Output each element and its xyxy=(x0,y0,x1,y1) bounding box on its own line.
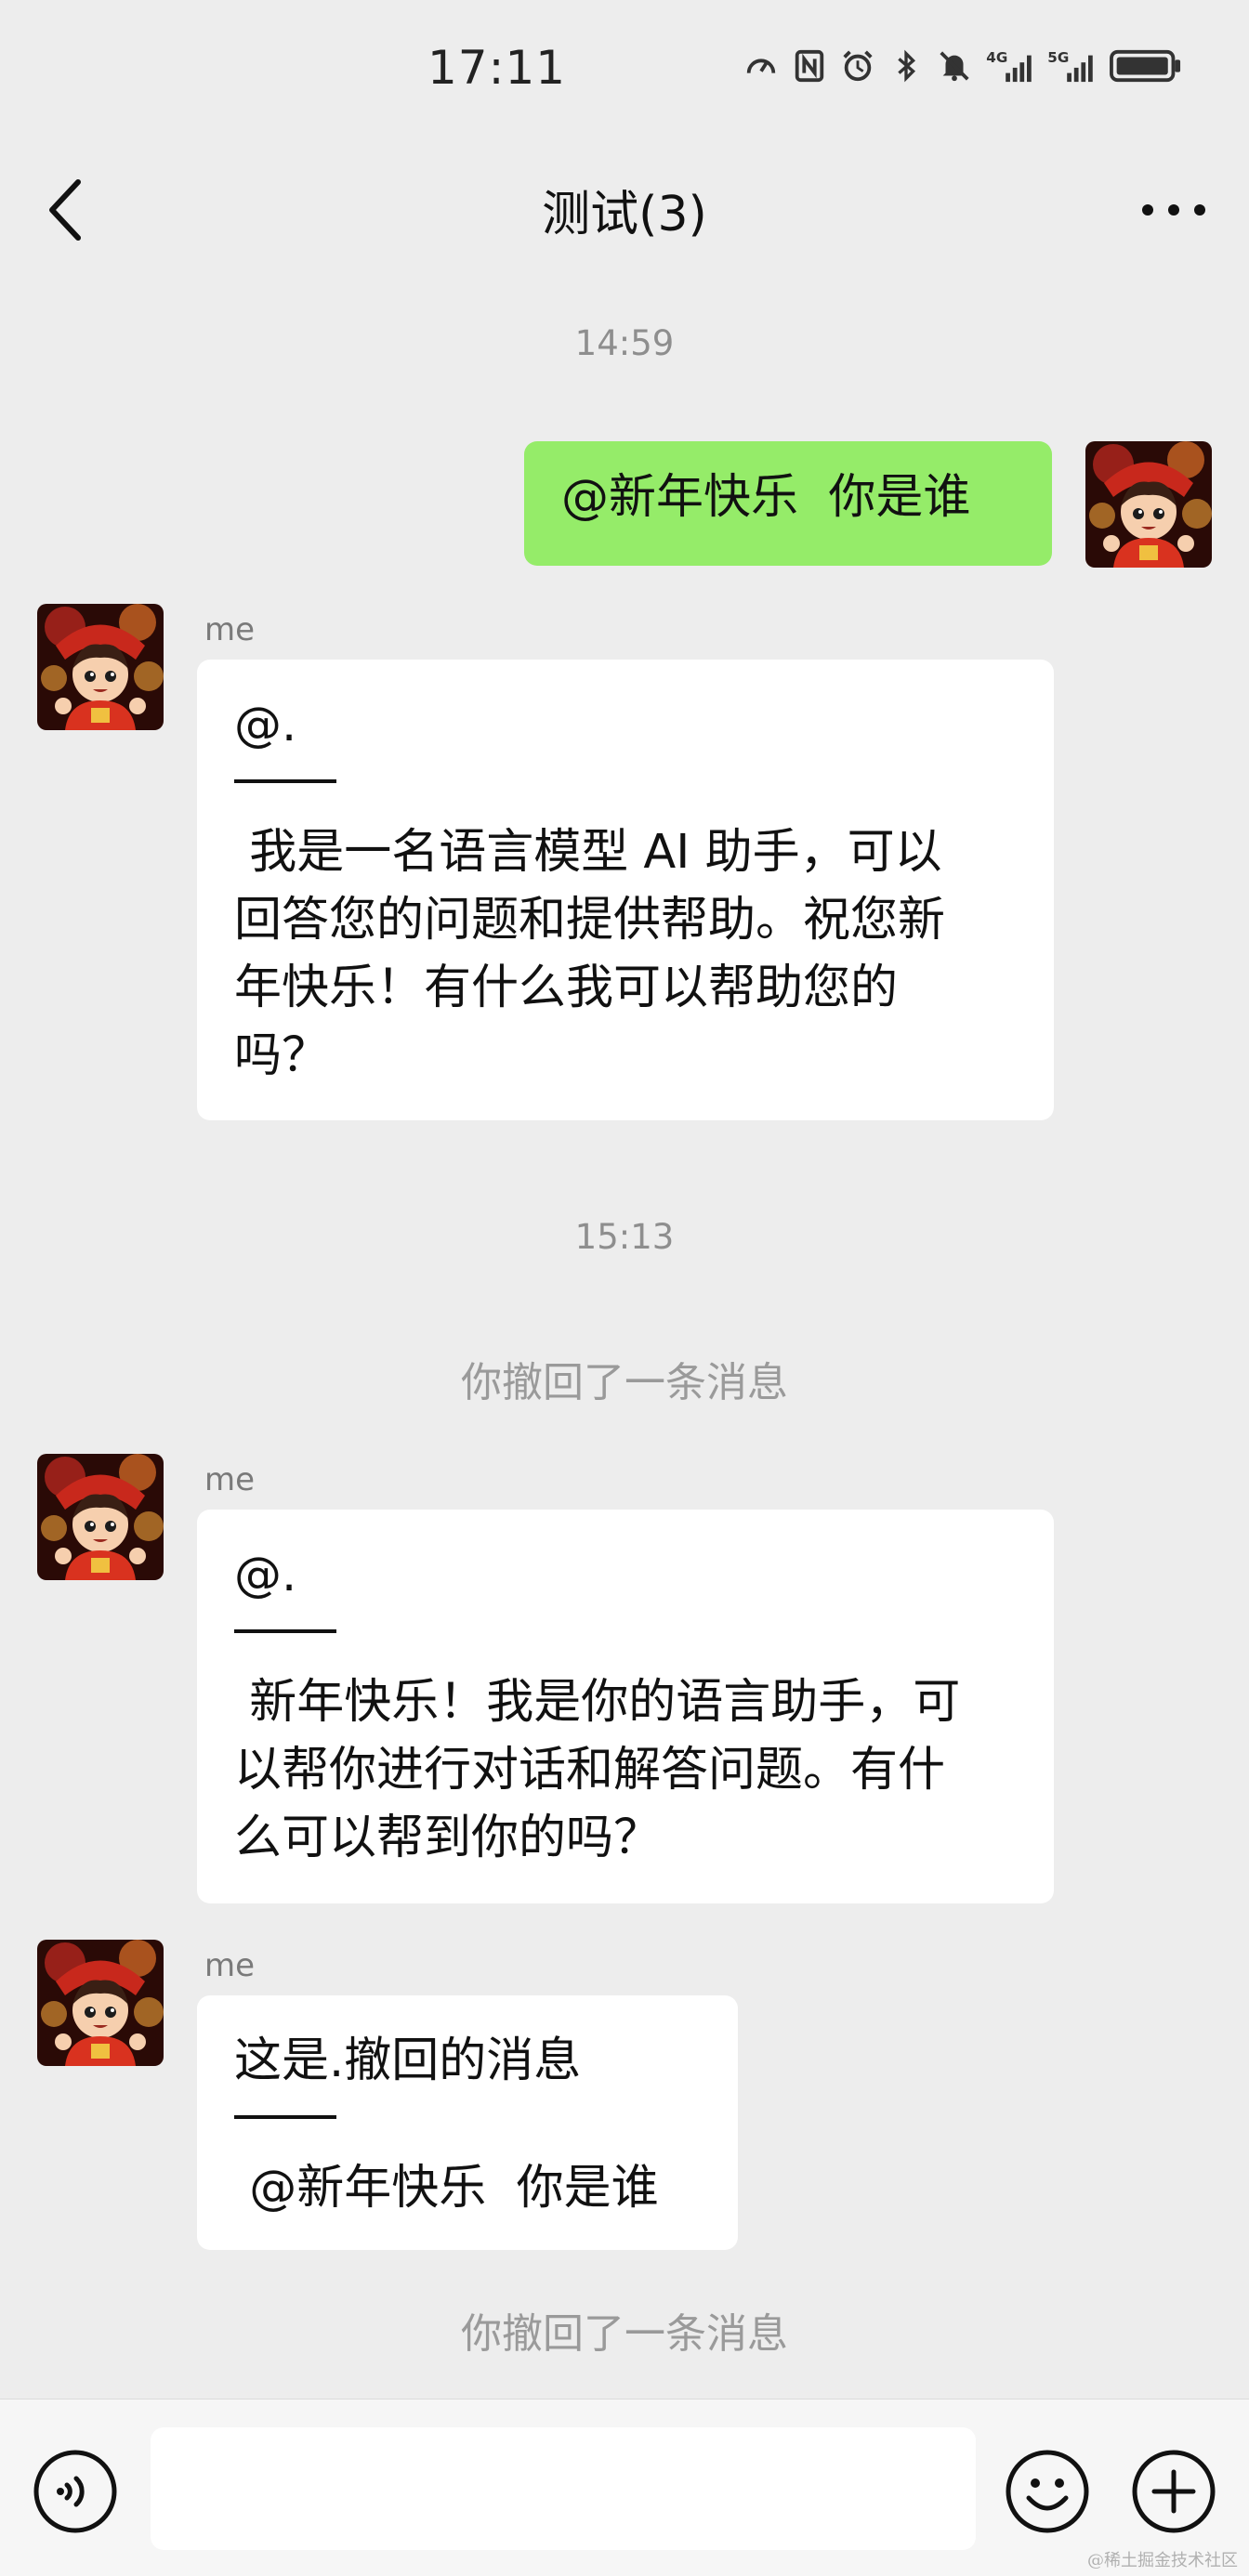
input-bar xyxy=(0,2399,1249,2576)
my-avatar[interactable] xyxy=(1085,441,1212,568)
avatar-image xyxy=(37,1940,164,2066)
net-label-4g: 4G xyxy=(986,49,1007,66)
quote-divider xyxy=(234,2115,336,2119)
received-message-bubble[interactable]: @. 我是一名语言模型 AI 助手，可以 回答您的问题和提供帮助。祝您新 年快乐… xyxy=(197,660,1054,1120)
message-text: @新年快乐 你是谁 xyxy=(561,470,971,525)
voice-button[interactable] xyxy=(32,2448,119,2535)
message-quote-line: 这是.撤回的消息 xyxy=(234,2033,582,2088)
mute-icon xyxy=(937,48,972,84)
message-quote-line: @. xyxy=(234,1548,297,1602)
battery-icon xyxy=(1108,48,1184,84)
more-button[interactable] xyxy=(1132,182,1216,238)
message-quote-line: @. xyxy=(234,698,297,752)
sender-avatar[interactable] xyxy=(37,1454,164,1580)
speed-icon xyxy=(743,48,779,84)
message-line: 吗？ xyxy=(234,1028,330,1083)
sent-message-bubble[interactable]: @新年快乐 你是谁 xyxy=(524,441,1052,566)
sender-name: me xyxy=(204,1461,256,1498)
voice-icon xyxy=(33,2450,117,2533)
quote-divider xyxy=(234,1629,336,1633)
plus-button[interactable] xyxy=(1130,2448,1217,2535)
nfc-icon xyxy=(792,48,827,84)
alarm-icon xyxy=(840,48,875,84)
signal-4g-icon: 4G xyxy=(985,48,1033,84)
chat-title: 测试(3) xyxy=(542,187,707,242)
avatar-image xyxy=(1085,441,1212,568)
message-input[interactable] xyxy=(151,2427,976,2550)
bluetooth-icon xyxy=(888,48,924,84)
timestamp: 14:59 xyxy=(574,323,675,363)
avatar-image xyxy=(37,604,164,730)
message-line: 回答您的问题和提供帮助。祝您新 xyxy=(234,893,946,948)
message-line: 年快乐！有什么我可以帮助您的 xyxy=(234,961,899,1015)
message-line: 么可以帮到你的吗？ xyxy=(234,1811,662,1865)
received-message-bubble[interactable]: @. 新年快乐！我是你的语言助手，可 以帮你进行对话和解答问题。有什 么可以帮到… xyxy=(197,1510,1054,1903)
status-icons: 4G 5G xyxy=(743,48,1184,84)
sender-avatar[interactable] xyxy=(37,604,164,730)
recall-notice: 你撤回了一条消息 xyxy=(461,1359,788,1406)
timestamp: 15:13 xyxy=(574,1217,675,1257)
sender-avatar[interactable] xyxy=(37,1940,164,2066)
more-icon xyxy=(1142,204,1205,216)
status-time: 17:11 xyxy=(427,41,567,95)
signal-5g-icon: 5G xyxy=(1046,48,1095,84)
message-line: 我是一名语言模型 AI 助手，可以 xyxy=(234,825,942,880)
emoji-button[interactable] xyxy=(1004,2448,1091,2535)
recall-notice: 你撤回了一条消息 xyxy=(461,2310,788,2358)
sender-name: me xyxy=(204,611,256,648)
nav-bar: 测试(3) xyxy=(0,139,1249,279)
watermark: @稀土掘金技术社区 xyxy=(1087,2551,1238,2570)
message-line: 新年快乐！我是你的语言助手，可 xyxy=(234,1675,961,1730)
message-line: 以帮你进行对话和解答问题。有什 xyxy=(234,1743,946,1798)
sender-name: me xyxy=(204,1947,256,1984)
status-bar: 17:11 4G 5G xyxy=(0,0,1249,139)
quote-divider xyxy=(234,779,336,783)
message-line: @新年快乐 你是谁 xyxy=(234,2161,659,2216)
emoji-icon xyxy=(1006,2450,1089,2533)
avatar-image xyxy=(37,1454,164,1580)
received-message-bubble[interactable]: 这是.撤回的消息 @新年快乐 你是谁 xyxy=(197,1995,738,2250)
net-label-5g: 5G xyxy=(1047,49,1069,66)
plus-icon xyxy=(1132,2450,1216,2533)
